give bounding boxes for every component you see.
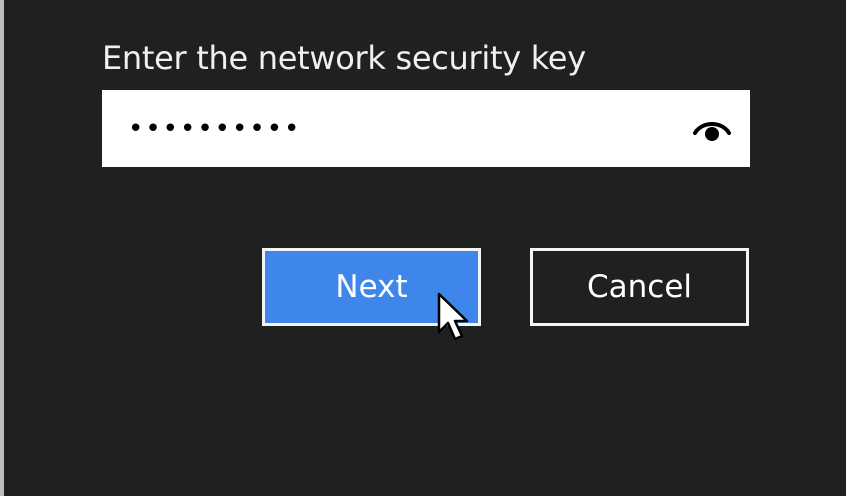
cancel-button[interactable]: Cancel (530, 248, 749, 326)
window-edge (0, 0, 4, 496)
wifi-security-key-dialog: Enter the network security key •••••••••… (0, 0, 846, 496)
eye-icon-graphic (693, 122, 731, 141)
security-key-prompt: Enter the network security key (102, 39, 586, 77)
masked-key-value: •••••••••• (128, 114, 302, 144)
mouse-pointer-icon (437, 292, 469, 341)
eye-icon[interactable] (692, 116, 732, 144)
security-key-input[interactable]: •••••••••• (102, 90, 750, 167)
